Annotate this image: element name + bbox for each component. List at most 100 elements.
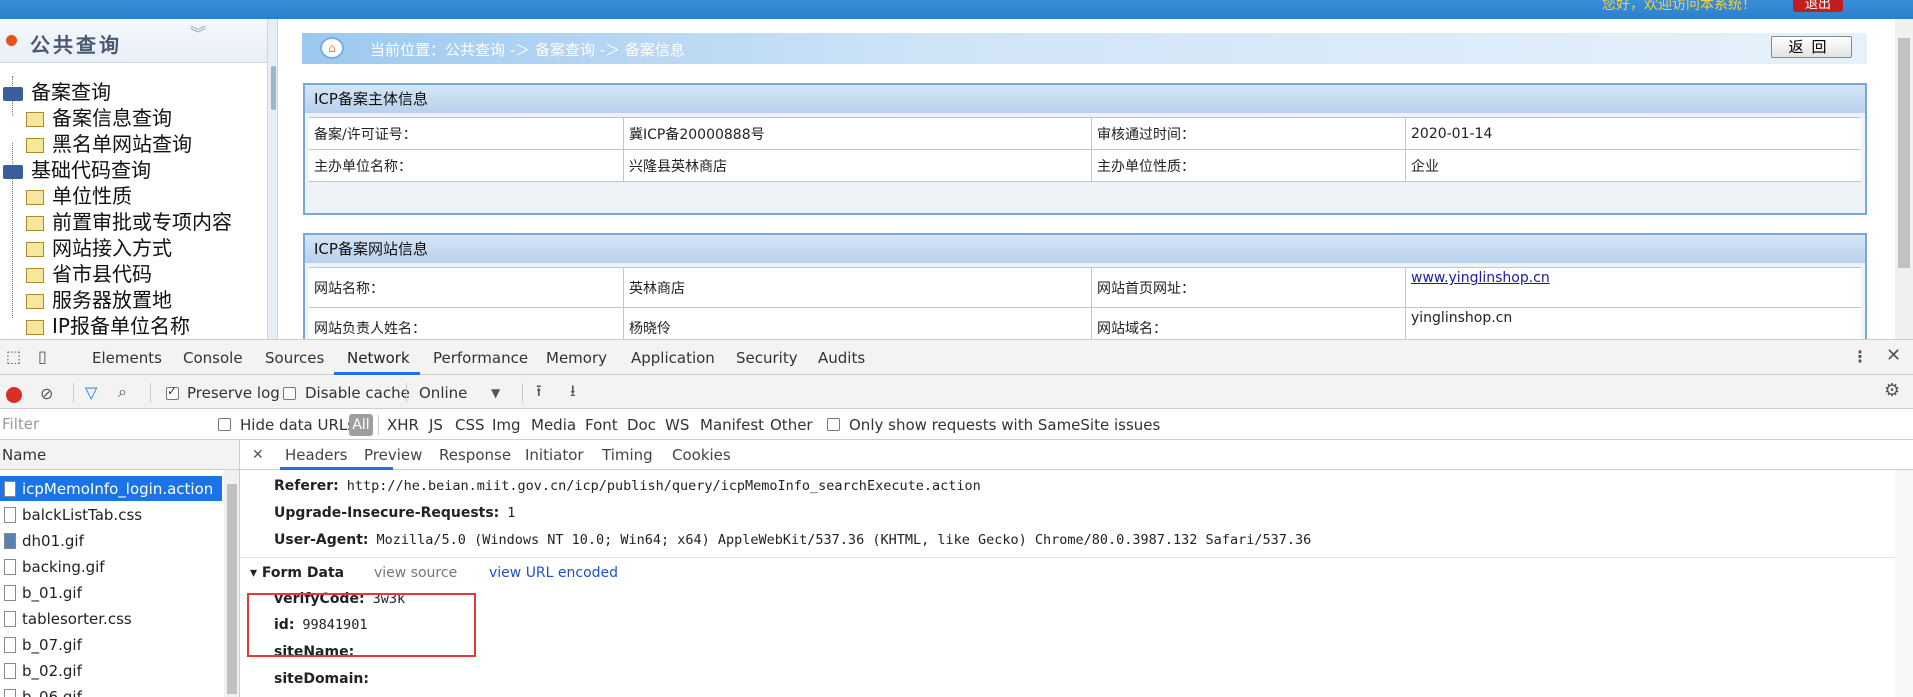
close-icon[interactable]: ✕	[1886, 347, 1901, 365]
list-item[interactable]: backing.gif	[0, 554, 222, 580]
value-cell: 英林商店	[623, 268, 1091, 307]
icp-site-panel: ICP备案网站信息 网站名称： 英林商店 网站首页网址： www.yinglin…	[303, 233, 1867, 347]
inspect-element-icon[interactable]: ⬚	[6, 349, 21, 365]
search-icon[interactable]: ⌕	[118, 384, 127, 400]
document-icon	[26, 242, 44, 257]
sidebar-item-unit-nature[interactable]: 单位性质	[26, 180, 132, 209]
tab-headers[interactable]: Headers	[285, 446, 347, 464]
sidebar-item-beian-info-query[interactable]: 备案信息查询	[26, 102, 172, 131]
filter-type-ws[interactable]: WS	[665, 416, 689, 434]
sidebar-header: 公共查询 ︾	[0, 19, 267, 63]
list-item[interactable]: b_02.gif	[0, 658, 222, 684]
value-cell: 企业	[1405, 150, 1861, 181]
bullet-icon	[6, 35, 17, 46]
filter-input[interactable]: Filter	[0, 414, 200, 434]
view-source-link[interactable]: view source	[374, 565, 457, 581]
tab-preview[interactable]: Preview	[364, 446, 422, 464]
record-icon[interactable]	[6, 387, 22, 403]
table-row: 备案/许可证号： 冀ICP备20000888号 审核通过时间： 2020-01-…	[309, 117, 1861, 149]
list-item[interactable]: icpMemoInfo_login.action	[0, 476, 222, 502]
icp-site-title: ICP备案网站信息	[305, 235, 1865, 263]
tab-response[interactable]: Response	[439, 446, 511, 464]
filter-type-media[interactable]: Media	[531, 416, 576, 434]
clear-icon[interactable]: ⊘	[40, 386, 53, 402]
table-row: 主办单位名称： 兴隆县英林商店 主办单位性质： 企业	[309, 149, 1861, 181]
icp-subject-panel: ICP备案主体信息 备案/许可证号： 冀ICP备20000888号 审核通过时间…	[303, 83, 1867, 215]
sidebar-item-blacklist-query[interactable]: 黑名单网站查询	[26, 128, 192, 157]
samesite-checkbox[interactable]	[827, 418, 840, 431]
tab-application[interactable]: Application	[631, 349, 715, 367]
chevron-down-icon[interactable]: ▼	[491, 385, 500, 401]
tab-audits[interactable]: Audits	[818, 349, 865, 367]
sidebar-item-pre-approval[interactable]: 前置审批或专项内容	[26, 206, 232, 235]
collapse-chevron-icon[interactable]: ︾	[190, 26, 206, 42]
tab-initiator[interactable]: Initiator	[525, 446, 584, 464]
sidebar-item-beian-query[interactable]: 备案查询	[3, 76, 111, 105]
filter-type-js[interactable]: JS	[429, 416, 443, 434]
logout-button[interactable]: 退出	[1793, 0, 1843, 12]
sidebar-item-ip-unit-name[interactable]: IP报备单位名称	[26, 310, 190, 339]
document-icon	[26, 138, 44, 153]
sidebar-item-base-code-query[interactable]: 基础代码查询	[3, 154, 151, 183]
sidebar-item-server-location[interactable]: 服务器放置地	[26, 284, 172, 313]
filter-type-css[interactable]: CSS	[455, 416, 485, 434]
splitter-handle[interactable]	[271, 66, 276, 110]
filter-icon[interactable]: ▽	[85, 385, 97, 401]
form-data-toggle[interactable]: ▾ Form Data	[250, 565, 344, 581]
filter-type-img[interactable]: Img	[492, 416, 521, 434]
label-cell: 主办单位名称：	[314, 158, 412, 175]
gear-icon[interactable]: ⚙	[1884, 382, 1900, 400]
filter-type-other[interactable]: Other	[770, 416, 813, 434]
home-icon[interactable]: ⌂	[320, 37, 344, 59]
tab-console[interactable]: Console	[183, 349, 243, 367]
filter-type-manifest[interactable]: Manifest	[700, 416, 764, 434]
tab-memory[interactable]: Memory	[546, 349, 607, 367]
filter-type-font[interactable]: Font	[585, 416, 618, 434]
tab-security[interactable]: Security	[736, 349, 798, 367]
view-url-encoded-link[interactable]: view URL encoded	[489, 565, 618, 581]
sidebar-item-access-method[interactable]: 网站接入方式	[26, 232, 172, 261]
header-user-agent: User-Agent: Mozilla/5.0 (Windows NT 10.0;…	[274, 532, 1312, 548]
import-har-icon[interactable]: ⭱	[536, 383, 542, 399]
hide-data-urls-label: Hide data URLs	[240, 416, 356, 434]
devtools-tab-bar: ⬚ ▯ Elements Console Sources Network Per…	[0, 340, 1913, 375]
disable-cache-label: Disable cache	[305, 384, 410, 402]
filter-type-doc[interactable]: Doc	[627, 416, 656, 434]
list-item[interactable]: b_07.gif	[0, 632, 222, 658]
tab-network[interactable]: Network	[347, 349, 410, 367]
list-item[interactable]: b_01.gif	[0, 580, 222, 606]
icp-subject-title: ICP备案主体信息	[305, 85, 1865, 113]
tab-timing[interactable]: Timing	[602, 446, 653, 464]
close-icon[interactable]: ✕	[252, 447, 264, 463]
label-cell: 网站名称：	[314, 280, 384, 297]
network-toolbar: ⊘ ▽ ⌕ Preserve log Disable cache Online …	[0, 375, 1913, 409]
filter-type-xhr[interactable]: XHR	[387, 416, 419, 434]
page-scrollbar-thumb[interactable]	[1898, 38, 1910, 268]
request-list: Name icpMemoInfo_login.action balckListT…	[0, 440, 240, 697]
list-item[interactable]: balckListTab.css	[0, 502, 222, 528]
filter-type-all[interactable]: All	[349, 414, 373, 436]
request-list-scrollbar-thumb[interactable]	[227, 484, 237, 694]
tab-cookies[interactable]: Cookies	[672, 446, 731, 464]
hide-data-urls-checkbox[interactable]	[218, 418, 231, 431]
list-item[interactable]: dh01.gif	[0, 528, 222, 554]
tab-elements[interactable]: Elements	[92, 349, 162, 367]
preserve-log-checkbox[interactable]	[166, 384, 179, 400]
breadcrumb-text: 当前位置：公共查询 -＞ 备案查询 -＞ 备案信息	[370, 41, 685, 59]
image-icon	[4, 559, 16, 575]
export-har-icon[interactable]: ⭳	[570, 383, 576, 399]
table-row: 网站名称： 英林商店 网站首页网址： www.yinglinshop.cn	[309, 267, 1861, 307]
list-item[interactable]: tablesorter.css	[0, 606, 222, 632]
device-toggle-icon[interactable]: ▯	[38, 349, 47, 365]
list-item[interactable]: b_06.gif	[0, 684, 222, 697]
more-options-icon[interactable]: ⋮	[1852, 349, 1868, 365]
detail-scrollbar[interactable]	[1895, 470, 1913, 697]
throttling-select[interactable]: Online	[419, 384, 467, 402]
disable-cache-checkbox[interactable]	[283, 387, 296, 400]
name-column-header[interactable]: Name	[0, 440, 239, 470]
tab-sources[interactable]: Sources	[265, 349, 324, 367]
homepage-link[interactable]: www.yinglinshop.cn	[1411, 270, 1550, 286]
tab-performance[interactable]: Performance	[433, 349, 528, 367]
sidebar-item-region-code[interactable]: 省市县代码	[26, 258, 152, 287]
back-button[interactable]: 返回	[1771, 36, 1852, 58]
